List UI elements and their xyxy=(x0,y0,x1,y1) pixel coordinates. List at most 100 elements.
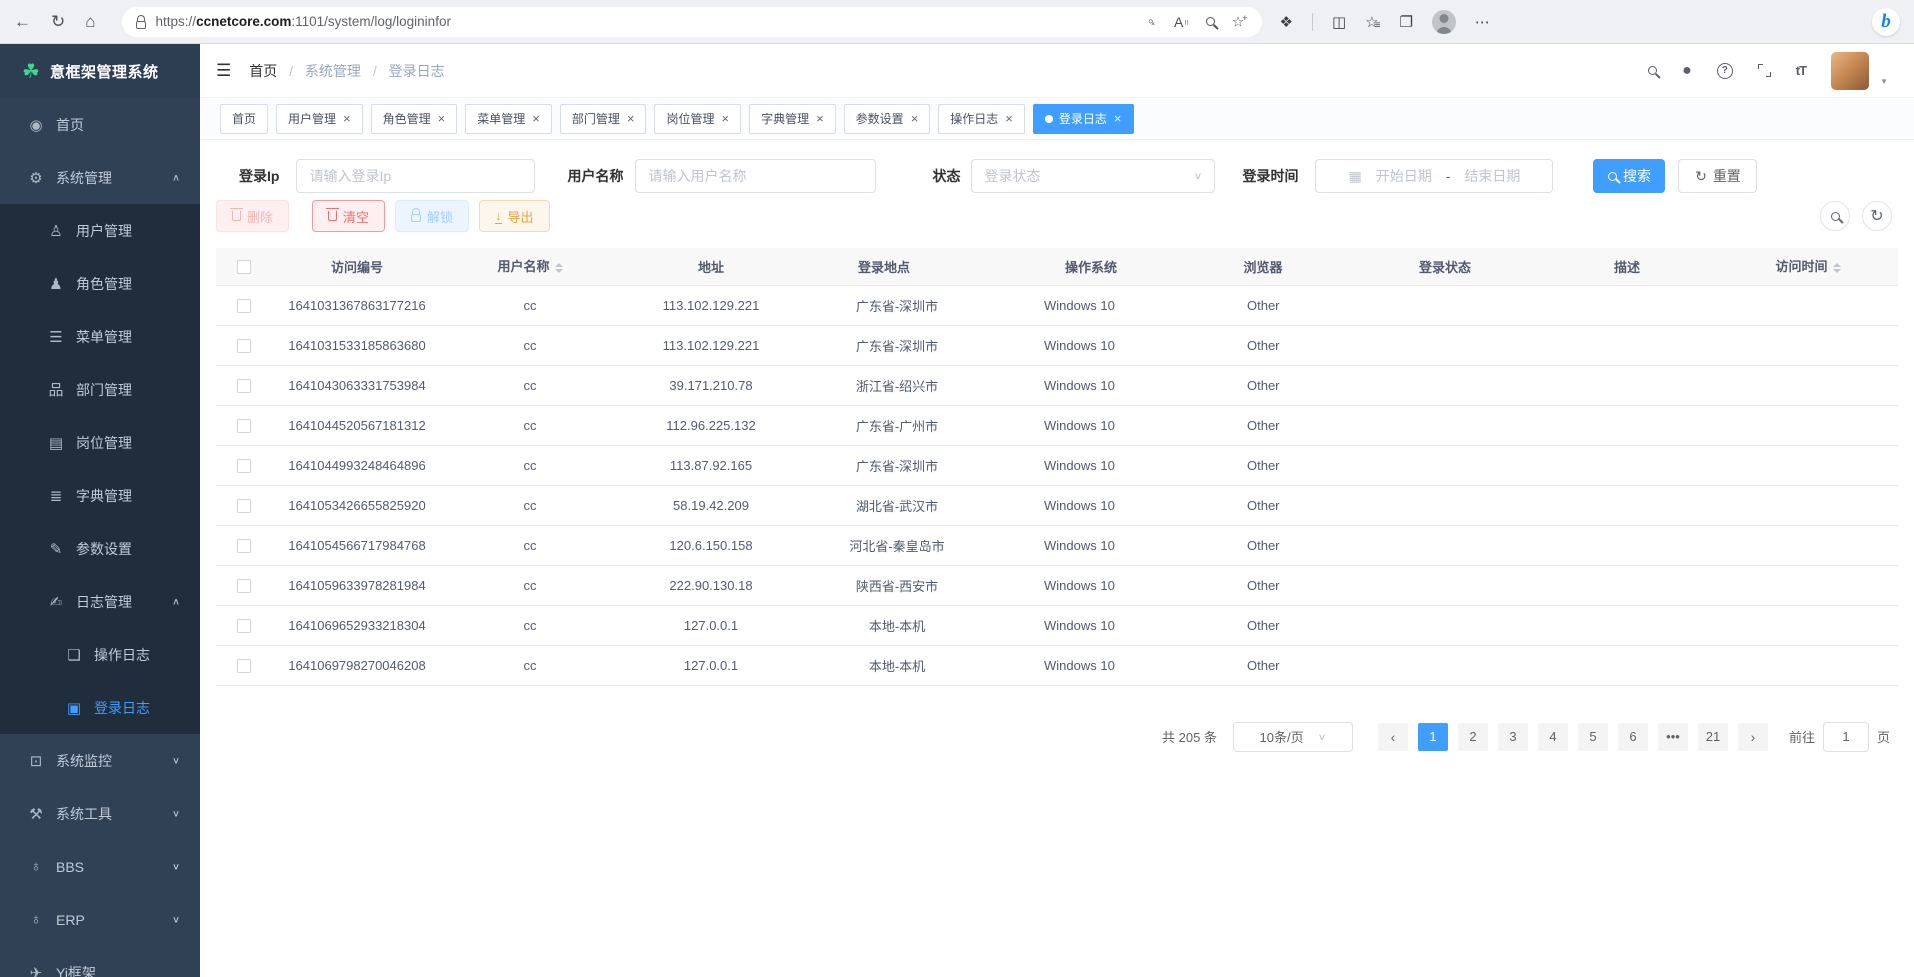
sidebar-item[interactable]: ▤ 岗位管理 xyxy=(0,416,200,469)
tab[interactable]: 字典管理 × xyxy=(749,104,836,134)
table-row[interactable]: 1641069652933218304 cc 127.0.0.1 本地-本机 W… xyxy=(216,605,1898,645)
page-size-select[interactable]: 10条/页 ∨ xyxy=(1233,722,1353,752)
sidebar-item[interactable]: ☰ 菜单管理 xyxy=(0,310,200,363)
tab[interactable]: 参数设置 × xyxy=(844,104,931,134)
github-icon[interactable]: ● xyxy=(1682,62,1692,80)
column-header[interactable]: 浏览器 xyxy=(1172,248,1354,285)
column-header[interactable]: 登录状态 xyxy=(1354,248,1536,285)
extensions-icon[interactable]: ❖ xyxy=(1280,13,1293,31)
delete-button[interactable]: 删除 xyxy=(216,200,289,232)
sidebar-item[interactable]: ≣ 字典管理 xyxy=(0,469,200,522)
close-tab-icon[interactable]: × xyxy=(627,112,635,125)
page-button[interactable]: 3 xyxy=(1498,723,1528,751)
row-checkbox[interactable] xyxy=(237,659,251,673)
fullscreen-icon[interactable] xyxy=(1758,64,1771,77)
date-range-picker[interactable]: ▦ 开始日期 - 结束日期 xyxy=(1315,159,1553,193)
sort-icon[interactable] xyxy=(1833,259,1841,277)
row-checkbox[interactable] xyxy=(237,579,251,593)
favorites-icon[interactable]: ☆ xyxy=(1365,13,1380,31)
home-icon[interactable]: ⌂ xyxy=(85,13,95,30)
column-header[interactable]: 地址 xyxy=(618,248,804,285)
address-bar[interactable]: https://ccnetcore.com:1101/system/log/lo… xyxy=(122,7,1262,37)
sidebar-item[interactable]: 品 部门管理 xyxy=(0,363,200,416)
row-checkbox[interactable] xyxy=(237,339,251,353)
close-tab-icon[interactable]: × xyxy=(438,112,446,125)
sidebar-item[interactable]: ✈ Yi框架 xyxy=(0,946,200,977)
row-checkbox[interactable] xyxy=(237,379,251,393)
key-icon[interactable]: ♀ xyxy=(1142,12,1161,31)
sidebar-item[interactable]: ⚒ 系统工具 xyxy=(0,787,200,840)
tab[interactable]: 登录日志 × xyxy=(1033,104,1134,134)
page-button[interactable]: 5 xyxy=(1578,723,1608,751)
table-row[interactable]: 1641044520567181312 cc 112.96.225.132 广东… xyxy=(216,405,1898,445)
close-tab-icon[interactable]: × xyxy=(1114,112,1122,125)
username-field[interactable] xyxy=(635,159,876,193)
profile-icon[interactable] xyxy=(1432,10,1456,34)
close-tab-icon[interactable]: × xyxy=(343,112,351,125)
sidebar-item[interactable]: ♁ ERP xyxy=(0,893,200,946)
add-favorite-icon[interactable]: ☆ xyxy=(1232,13,1248,31)
sidebar-item[interactable]: ◉ 首页 xyxy=(0,98,200,151)
close-tab-icon[interactable]: × xyxy=(532,112,540,125)
page-button[interactable]: 4 xyxy=(1538,723,1568,751)
row-checkbox[interactable] xyxy=(237,499,251,513)
status-select[interactable]: 登录状态 ∨ xyxy=(971,159,1215,193)
table-row[interactable]: 1641031533185863680 cc 113.102.129.221 广… xyxy=(216,325,1898,365)
tab[interactable]: 首页 × xyxy=(220,104,268,134)
unlock-button[interactable]: 解锁 xyxy=(395,200,469,232)
table-row[interactable]: 1641043063331753984 cc 39.171.210.78 浙江省… xyxy=(216,365,1898,405)
tab[interactable]: 岗位管理 × xyxy=(654,104,741,134)
sidebar-item[interactable]: ⊡ 系统监控 xyxy=(0,734,200,787)
page-button[interactable]: 2 xyxy=(1458,723,1488,751)
column-header[interactable]: 描述 xyxy=(1536,248,1718,285)
clear-button[interactable]: 清空 xyxy=(312,200,385,232)
sidebar-item[interactable]: ▣ 登录日志 xyxy=(0,681,200,734)
table-row[interactable]: 1641054566717984768 cc 120.6.150.158 河北省… xyxy=(216,525,1898,565)
tab[interactable]: 用户管理 × xyxy=(276,104,363,134)
sidebar-item[interactable]: ⚙ 系统管理 xyxy=(0,151,200,204)
sidebar-item[interactable]: ❏ 操作日志 xyxy=(0,628,200,681)
prev-page-button[interactable]: ‹ xyxy=(1378,723,1408,751)
username-input[interactable] xyxy=(648,168,863,184)
row-checkbox[interactable] xyxy=(237,619,251,633)
bing-icon[interactable] xyxy=(1872,8,1900,36)
date-end[interactable]: 结束日期 xyxy=(1464,166,1520,186)
page-button[interactable]: 21 xyxy=(1698,723,1728,751)
tab[interactable]: 操作日志 × xyxy=(938,104,1025,134)
column-header[interactable]: 操作系统 xyxy=(990,248,1172,285)
more-icon[interactable]: ⋯ xyxy=(1475,13,1490,31)
table-row[interactable]: 1641044993248464896 cc 113.87.92.165 广东省… xyxy=(216,445,1898,485)
row-checkbox[interactable] xyxy=(237,539,251,553)
date-start[interactable]: 开始日期 xyxy=(1376,166,1432,186)
row-checkbox[interactable] xyxy=(237,419,251,433)
page-button[interactable]: ••• xyxy=(1658,723,1688,751)
close-tab-icon[interactable]: × xyxy=(1005,112,1013,125)
export-button[interactable]: ↓ 导出 xyxy=(479,200,550,232)
help-icon[interactable]: ? xyxy=(1717,63,1733,79)
collapse-sidebar-icon[interactable]: ☰ xyxy=(216,61,231,81)
table-row[interactable]: 1641069798270046208 cc 127.0.0.1 本地-本机 W… xyxy=(216,645,1898,685)
page-button[interactable]: 1 xyxy=(1418,723,1448,751)
sidebar-item[interactable]: ✎ 参数设置 xyxy=(0,522,200,575)
avatar[interactable] xyxy=(1831,52,1869,90)
sidebar-item[interactable]: ✍ 日志管理 xyxy=(0,575,200,628)
zoom-out-icon[interactable] xyxy=(1206,17,1215,26)
column-header[interactable]: 访问时间 xyxy=(1718,248,1898,285)
split-screen-icon[interactable]: ◫ xyxy=(1332,13,1346,31)
breadcrumb-system[interactable]: 系统管理 xyxy=(305,63,361,79)
refresh-icon[interactable]: ↻ xyxy=(51,13,65,30)
row-checkbox[interactable] xyxy=(237,459,251,473)
tab[interactable]: 角色管理 × xyxy=(371,104,458,134)
close-tab-icon[interactable]: × xyxy=(721,112,729,125)
show-search-button[interactable] xyxy=(1820,201,1850,231)
page-button[interactable]: 6 xyxy=(1618,723,1648,751)
sidebar-item[interactable]: ♁ BBS xyxy=(0,840,200,893)
tab[interactable]: 菜单管理 × xyxy=(465,104,552,134)
refresh-table-button[interactable]: ↻ xyxy=(1862,201,1892,231)
font-size-icon[interactable]: tT xyxy=(1796,63,1806,78)
close-tab-icon[interactable]: × xyxy=(816,112,824,125)
login-ip-input[interactable] xyxy=(309,168,522,184)
column-header[interactable]: 登录地点 xyxy=(804,248,990,285)
login-ip-field[interactable] xyxy=(296,159,535,193)
back-icon[interactable]: ← xyxy=(14,13,31,30)
